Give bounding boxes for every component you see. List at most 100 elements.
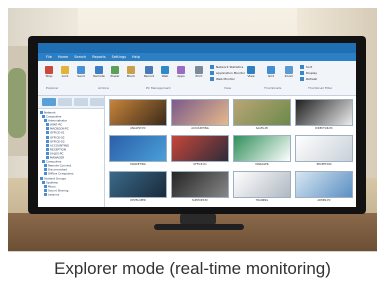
computer-thumbnail[interactable]: SALES-PC bbox=[233, 99, 291, 132]
thumbnail-label: ANALYST-PC bbox=[130, 127, 146, 130]
thumbnail-label: MARKETING bbox=[130, 163, 146, 166]
ribbon-small-label: Sort bbox=[306, 65, 313, 69]
ribbon-button[interactable]: Apps bbox=[174, 64, 188, 82]
zoom-icon bbox=[285, 66, 293, 74]
computer-thumbnail[interactable]: ADMIN-PC bbox=[295, 171, 353, 204]
apps-icon bbox=[177, 66, 185, 74]
ribbon-button[interactable]: Web bbox=[158, 64, 172, 82]
ribbon-button-label: Apps bbox=[177, 74, 185, 78]
ribbon-group-label: Thumbnail Filter bbox=[308, 86, 333, 90]
computer-icon bbox=[44, 172, 47, 176]
computer-icon bbox=[46, 135, 49, 139]
monitor-screen: File Home Search Reports Settings Help Stop Lo… bbox=[38, 43, 356, 207]
ribbon-small-icon bbox=[210, 65, 214, 69]
computer-icon bbox=[46, 127, 49, 131]
computer-icon bbox=[44, 184, 47, 188]
ribbon-button[interactable]: Lock bbox=[58, 64, 72, 82]
app-body: Network Computers Administrator WIN7-PC MACB… bbox=[38, 96, 356, 207]
menu-tab[interactable]: Settings bbox=[112, 53, 126, 61]
computer-thumbnail[interactable]: DIRECTOR-PC bbox=[295, 99, 353, 132]
computer-thumbnail[interactable]: OFFICE-01 bbox=[171, 135, 229, 168]
ribbon-small-item[interactable]: Network Statistics bbox=[210, 65, 258, 70]
thumbnail-label: SALES-PC bbox=[255, 127, 269, 130]
computer-icon bbox=[46, 147, 49, 151]
tree-item-label: Lessons bbox=[48, 192, 60, 197]
ribbon-button-label: Grid bbox=[267, 74, 275, 78]
screen-thumbnail-image bbox=[109, 99, 167, 126]
menu-tab[interactable]: Home bbox=[58, 53, 68, 61]
thumbnail-gallery: ANALYST-PC ACCOUNTING SALES-PC DIRECTOR-PC M… bbox=[105, 96, 356, 207]
menu-tab[interactable]: Help bbox=[132, 53, 140, 61]
power-icon bbox=[111, 66, 119, 74]
ribbon-button[interactable]: Record bbox=[142, 64, 156, 82]
message-icon bbox=[77, 66, 85, 74]
print-icon bbox=[195, 66, 203, 74]
tree-panel-tabs bbox=[38, 96, 104, 109]
ribbon-button[interactable]: Send bbox=[74, 64, 88, 82]
computer-thumbnail[interactable]: SUPPORT-PC bbox=[171, 171, 229, 204]
computer-icon bbox=[42, 115, 45, 119]
remote-icon bbox=[95, 66, 103, 74]
screen-thumbnail-image bbox=[171, 99, 229, 126]
computer-tree-panel: Network Computers Administrator WIN7-PC MACB… bbox=[38, 96, 105, 207]
screen-thumbnail-image bbox=[233, 135, 291, 162]
ribbon-button[interactable]: Remote bbox=[92, 64, 106, 82]
ribbon-button-label: Print bbox=[195, 74, 203, 78]
lock-icon bbox=[61, 66, 69, 74]
menu-tab[interactable]: File bbox=[46, 53, 52, 61]
ribbon-small-icon bbox=[210, 77, 214, 81]
tab-settings-icon[interactable] bbox=[90, 98, 104, 106]
computer-thumbnail[interactable]: TRAINING bbox=[233, 171, 291, 204]
computer-thumbnail[interactable]: DEVELOPER bbox=[109, 171, 167, 204]
tab-users-icon[interactable] bbox=[74, 98, 88, 106]
ribbon-small-label: Display bbox=[306, 71, 318, 75]
ribbon-small-label: Refresh bbox=[306, 77, 318, 81]
ribbon-small-icon bbox=[300, 65, 304, 69]
ribbon-button[interactable]: Print bbox=[192, 64, 206, 82]
background-plant bbox=[8, 68, 26, 138]
computer-thumbnail[interactable]: ANALYST-PC bbox=[109, 99, 167, 132]
ribbon-button[interactable]: Stop bbox=[42, 64, 56, 82]
menu-tab[interactable]: Reports bbox=[92, 53, 105, 61]
ribbon-small-item[interactable]: Application Monitor bbox=[210, 71, 258, 76]
ribbon-button[interactable]: Power bbox=[108, 64, 122, 82]
screen-thumbnail-image bbox=[295, 171, 353, 198]
ribbon-button[interactable]: Block bbox=[124, 64, 138, 82]
app-ribbon: Stop Lock Send Remote Power Block Record Web App… bbox=[38, 61, 356, 96]
ribbon-small-item[interactable]: Web Monitor bbox=[210, 77, 258, 82]
computer-thumbnail[interactable]: MARKETING bbox=[109, 135, 167, 168]
ribbon-small-icon bbox=[300, 71, 304, 75]
tab-computers-icon[interactable] bbox=[42, 98, 56, 106]
computer-icon bbox=[44, 119, 47, 123]
ribbon-group-label: Thumbnails bbox=[264, 86, 282, 90]
tab-groups-icon[interactable] bbox=[58, 98, 72, 106]
computer-icon bbox=[46, 151, 49, 155]
computer-icon bbox=[40, 111, 43, 114]
thumbnail-label: ACCOUNTING bbox=[191, 127, 209, 130]
thumbnail-label: DIRECTOR-PC bbox=[315, 127, 333, 130]
monitor: File Home Search Reports Settings Help Stop Lo… bbox=[28, 36, 366, 214]
ribbon-button[interactable]: Grid bbox=[264, 64, 278, 82]
computer-icon bbox=[46, 123, 49, 127]
screen-thumbnail-image bbox=[233, 99, 291, 126]
computer-thumbnail[interactable]: MANAGER bbox=[233, 135, 291, 168]
computer-thumbnail[interactable]: RECEPTION bbox=[295, 135, 353, 168]
app-titlebar bbox=[38, 43, 356, 53]
computer-thumbnail[interactable]: ACCOUNTING bbox=[171, 99, 229, 132]
grid-icon bbox=[267, 66, 275, 74]
ribbon-small-item[interactable]: Display bbox=[300, 71, 348, 76]
ribbon-small-item[interactable]: Sort bbox=[300, 65, 348, 70]
thumbnail-label: DEVELOPER bbox=[130, 199, 146, 202]
menu-tab[interactable]: Search bbox=[74, 53, 86, 61]
screen-thumbnail-image bbox=[171, 135, 229, 162]
ribbon-group-label: Actions bbox=[98, 86, 109, 90]
computer-icon bbox=[42, 180, 45, 184]
ribbon-small-item[interactable]: Refresh bbox=[300, 77, 348, 82]
ribbon-button[interactable]: Zoom bbox=[282, 64, 296, 82]
computer-icon bbox=[44, 168, 47, 172]
ribbon-button-label: Block bbox=[126, 74, 136, 78]
computer-icon bbox=[46, 131, 49, 135]
tree-item[interactable]: Lessons bbox=[40, 193, 104, 197]
computer-icon bbox=[40, 176, 43, 180]
screen-thumbnail-image bbox=[171, 171, 229, 198]
